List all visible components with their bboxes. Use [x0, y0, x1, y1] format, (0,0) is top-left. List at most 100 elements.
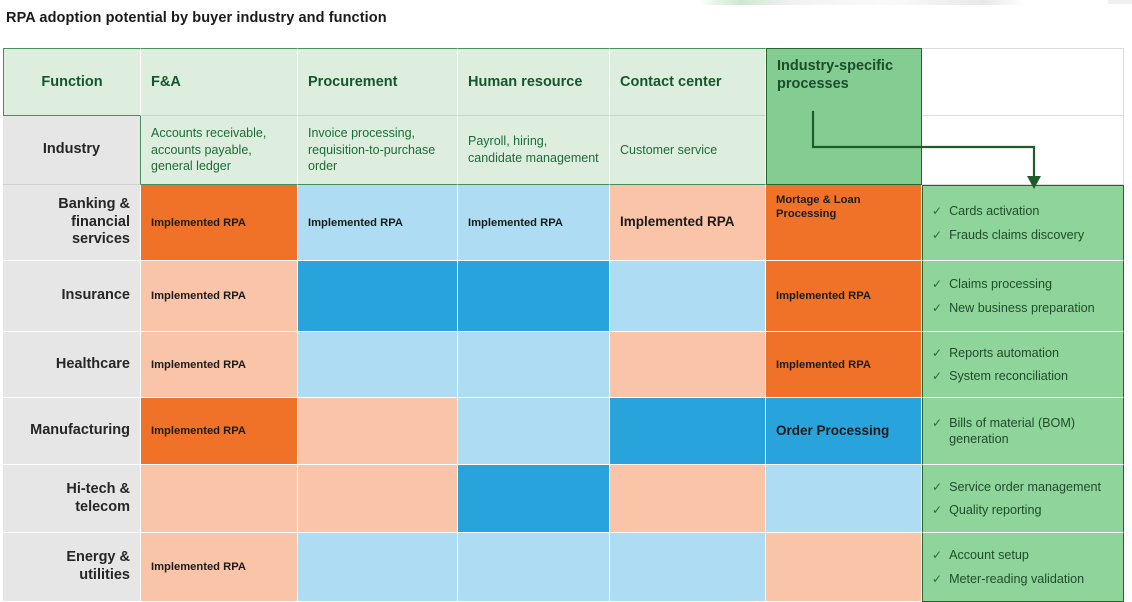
outcome-item: ✓ Cards activation	[932, 203, 1113, 219]
page-title: RPA adoption potential by buyer industry…	[6, 10, 387, 26]
outcome-label: Service order management	[949, 479, 1101, 494]
outcome-item: ✓ Service order management	[932, 479, 1113, 495]
outcomes-cell-row-3: ✓ Reports automation ✓ System reconciliatio…	[922, 332, 1124, 398]
matrix-cell-label: Mortage & Loan Processing	[776, 194, 861, 220]
check-icon: ✓	[932, 227, 943, 242]
outcome-item: ✓ Claims processing	[932, 276, 1113, 292]
header-examples-1: Accounts receivable, accounts payable, g…	[141, 116, 298, 185]
outcome-item: ✓ Account setup	[932, 547, 1113, 563]
header-examples-5	[766, 116, 922, 185]
outcome-label: Reports automation	[949, 345, 1059, 360]
matrix-cell-r2-c3	[458, 261, 610, 332]
outcome-label: New business preparation	[949, 300, 1095, 315]
check-icon: ✓	[932, 503, 943, 517]
matrix-cell-label: Implemented RPA	[151, 358, 246, 371]
outcome-label: Meter-reading validation	[949, 571, 1085, 586]
header-examples-2: Invoice processing, requisition-to-purch…	[298, 116, 458, 185]
check-icon: ✓	[932, 204, 943, 219]
matrix-cell-r2-c2	[298, 261, 458, 332]
matrix-cell-r3-c2	[298, 332, 458, 398]
header-column-4: Contact center	[610, 48, 766, 116]
outcome-label: Cards activation	[949, 204, 1040, 219]
matrix-cell-r3-c1: Implemented RPA	[141, 332, 298, 398]
header-examples-4: Customer service	[610, 116, 766, 185]
top-clipped-artifact	[694, 0, 1024, 5]
outcome-item: ✓ Bills of material (BOM) generation	[932, 415, 1113, 448]
matrix-cell-r5-c2	[298, 465, 458, 533]
rpa-adoption-matrix: Function F&A Procurement Human resource Cont…	[3, 48, 1129, 602]
matrix-cell-label: Implemented RPA	[151, 561, 246, 573]
outcome-item: ✓ New business preparation	[932, 300, 1113, 316]
outcomes-cell-row-2: ✓ Claims processing ✓ New business preparat…	[922, 261, 1124, 332]
outcomes-cell-row-4: ✓ Bills of material (BOM) generation	[922, 398, 1124, 465]
outcome-label: Claims processing	[949, 277, 1052, 292]
header-column-3: Human resource	[458, 48, 610, 116]
header-examples-3: Payroll, hiring, candidate management	[458, 116, 610, 185]
matrix-cell-r2-c5: Implemented RPA	[766, 261, 922, 332]
header-column-5: Industry-specific processes	[766, 48, 922, 116]
matrix-cell-r5-c1	[141, 465, 298, 533]
header-examples-spacer	[922, 116, 1124, 185]
outcome-label: Quality reporting	[949, 503, 1042, 517]
outcomes-cell-row-1: ✓ Cards activation ✓ Frauds claims discover…	[922, 185, 1124, 261]
outcome-label: Frauds claims discovery	[949, 227, 1085, 242]
matrix-cell-label: Implemented RPA	[620, 214, 735, 230]
matrix-cell-label: Implemented RPA	[776, 290, 871, 302]
row-label-5: Hi-tech & telecom	[3, 465, 141, 533]
matrix-cell-r5-c3	[458, 465, 610, 533]
row-label-4: Manufacturing	[3, 398, 141, 465]
check-icon: ✓	[932, 548, 943, 563]
matrix-cell-label: Implemented RPA	[151, 425, 246, 437]
outcome-item: ✓ Reports automation	[932, 345, 1113, 361]
matrix-cell-r2-c1: Implemented RPA	[141, 261, 298, 332]
matrix-cell-r3-c5: Implemented RPA	[766, 332, 922, 398]
matrix-cell-r1-c5: Mortage & Loan Processing	[766, 185, 922, 261]
matrix-cell-r3-c4	[610, 332, 766, 398]
check-icon: ✓	[932, 479, 943, 494]
matrix-cell-label: Implemented RPA	[468, 216, 563, 229]
outcome-label: Bills of material (BOM) generation	[949, 415, 1076, 446]
matrix-cell-r6-c2	[298, 533, 458, 602]
matrix-cell-r1-c4: Implemented RPA	[610, 185, 766, 261]
matrix-cell-label: Implemented RPA	[151, 290, 246, 302]
matrix-cell-r1-c2: Implemented RPA	[298, 185, 458, 261]
matrix-cell-r5-c4	[610, 465, 766, 533]
check-icon: ✓	[932, 345, 943, 360]
matrix-cell-r4-c3	[458, 398, 610, 465]
matrix-cell-r6-c3	[458, 533, 610, 602]
top-right-artifact	[1108, 0, 1132, 4]
header-function-label: Function	[3, 48, 141, 116]
matrix-cell-r4-c4	[610, 398, 766, 465]
matrix-cell-r4-c5: Order Processing	[766, 398, 922, 465]
header-column-1: F&A	[141, 48, 298, 116]
matrix-cell-r4-c2	[298, 398, 458, 465]
matrix-cell-r1-c3: Implemented RPA	[458, 185, 610, 261]
outcomes-cell-row-6: ✓ Account setup ✓ Meter-reading validation	[922, 533, 1124, 602]
matrix-cell-label: Order Processing	[776, 422, 890, 438]
outcome-item: ✓ Frauds claims discovery	[932, 227, 1113, 243]
matrix-cell-r1-c1: Implemented RPA	[141, 185, 298, 261]
matrix-cell-r6-c5	[766, 533, 922, 602]
matrix-cell-label: Implemented RPA	[776, 358, 871, 371]
header-spacer-cell	[922, 48, 1124, 116]
check-icon: ✓	[932, 415, 943, 430]
header-column-2: Procurement	[298, 48, 458, 116]
matrix-cell-r6-c4	[610, 533, 766, 602]
row-label-1: Banking & financial services	[3, 185, 141, 261]
matrix-cell-r2-c4	[610, 261, 766, 332]
row-label-2: Insurance	[3, 261, 141, 332]
row-label-6: Energy & utilities	[3, 533, 141, 602]
check-icon: ✓	[932, 369, 943, 383]
matrix-cell-r4-c1: Implemented RPA	[141, 398, 298, 465]
outcome-label: Account setup	[949, 548, 1029, 563]
outcome-item: ✓ System reconciliation	[932, 368, 1113, 384]
header-industry-label: Industry	[3, 116, 141, 185]
matrix-cell-label: Implemented RPA	[151, 216, 246, 229]
matrix-cell-label: Implemented RPA	[308, 216, 403, 229]
outcomes-cell-row-5: ✓ Service order management ✓ Quality report…	[922, 465, 1124, 533]
check-icon: ✓	[932, 300, 943, 315]
matrix-cell-r6-c1: Implemented RPA	[141, 533, 298, 602]
matrix-cell-r3-c3	[458, 332, 610, 398]
outcome-item: ✓ Meter-reading validation	[932, 571, 1113, 587]
outcome-item: ✓ Quality reporting	[932, 502, 1113, 518]
